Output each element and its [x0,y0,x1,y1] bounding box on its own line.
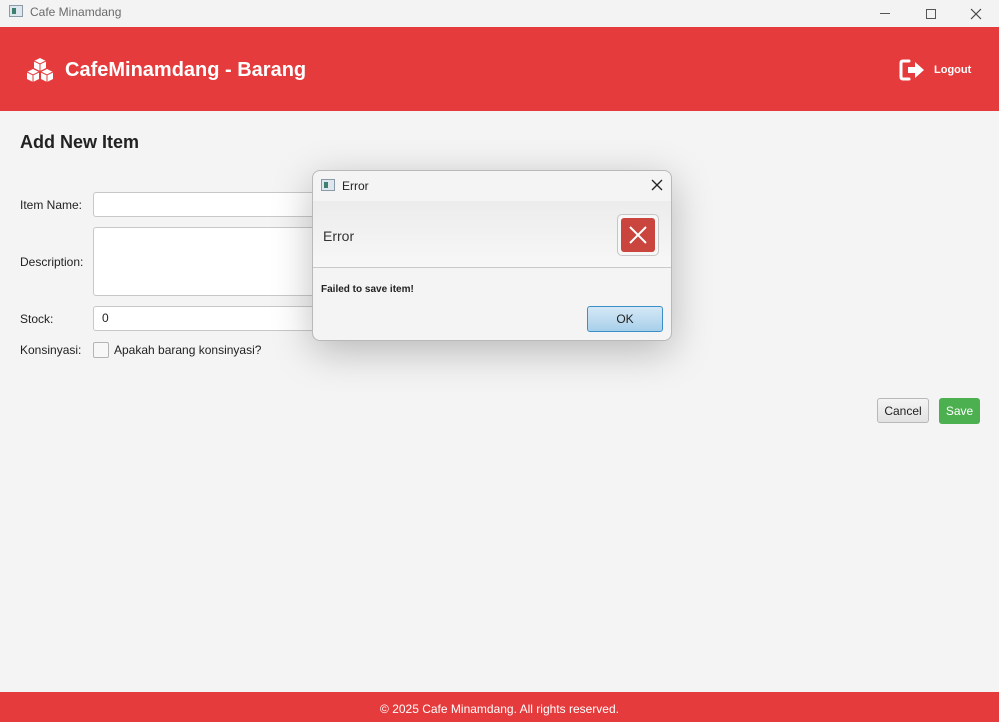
window-close-button[interactable] [953,0,999,27]
close-icon [970,8,982,19]
error-icon [617,214,659,256]
app-icon [9,5,23,17]
window-titlebar: Cafe Minamdang [0,0,999,27]
cancel-button[interactable]: Cancel [877,398,929,423]
konsinyasi-checkbox-label[interactable]: Apakah barang konsinyasi? [114,343,261,357]
cubes-icon [26,58,54,82]
item-name-input[interactable] [93,192,315,217]
dialog-title: Error [342,179,369,193]
maximize-button[interactable] [908,0,954,27]
stock-label: Stock: [20,312,54,326]
logout-icon [899,59,924,81]
description-label: Description: [20,255,84,269]
konsinyasi-checkbox[interactable] [93,342,109,358]
save-button[interactable]: Save [939,398,980,424]
dialog-app-icon [321,179,335,191]
maximize-icon [926,8,936,19]
ok-button[interactable]: OK [587,306,663,332]
dialog-message: Failed to save item! [321,284,414,295]
logout-button[interactable]: Logout [899,57,971,83]
minimize-icon [880,13,890,14]
dialog-header: Error [313,201,671,268]
logout-label: Logout [934,64,972,76]
app-brand-title: CafeMinamdang - Barang [65,59,307,81]
dialog-close-button[interactable] [649,177,665,193]
footer-copyright: © 2025 Cafe Minamdang. All rights reserv… [380,702,619,716]
item-name-label: Item Name: [20,198,83,212]
dialog-header-text: Error [323,228,355,244]
dialog-titlebar: Error [313,171,671,201]
minimize-button[interactable] [862,0,908,27]
description-textarea[interactable] [93,227,315,296]
page-title: Add New Item [20,132,140,152]
stock-input[interactable]: 0 [93,306,315,331]
footer: © 2025 Cafe Minamdang. All rights reserv… [0,692,999,722]
konsinyasi-label: Konsinyasi: [20,343,82,357]
app-header: CafeMinamdang - Barang Logout [0,27,999,111]
window-title: Cafe Minamdang [30,5,122,19]
error-dialog: Error Error Failed to save item! OK [312,170,672,341]
